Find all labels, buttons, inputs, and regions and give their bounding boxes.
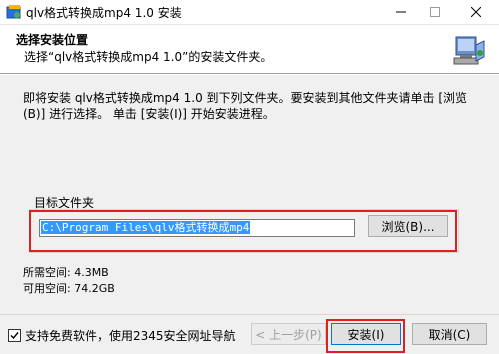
support-freeware-checkbox[interactable] bbox=[8, 329, 21, 342]
title-bar: qlv格式转换成mp4 1.0 安装 bbox=[0, 0, 499, 25]
close-icon bbox=[471, 7, 481, 17]
installer-app-icon bbox=[6, 5, 21, 19]
page-title: 选择安装位置 bbox=[16, 33, 89, 47]
back-button[interactable]: < 上一步(P) bbox=[251, 323, 326, 345]
install-path-input[interactable]: C:\Program Files\qlv格式转换成mp4 bbox=[39, 219, 355, 237]
minimize-icon bbox=[396, 11, 406, 13]
checkmark-icon bbox=[10, 332, 19, 340]
window-title: qlv格式转换成mp4 1.0 安装 bbox=[26, 6, 182, 20]
footer-divider bbox=[0, 314, 499, 315]
install-path-value: C:\Program Files\qlv格式转换成mp4 bbox=[41, 221, 251, 234]
space-available-text: 可用空间: 74.2GB bbox=[23, 282, 115, 295]
page-header: 选择安装位置 选择“qlv格式转换成mp4 1.0”的安装文件夹。 bbox=[0, 25, 499, 74]
maximize-icon bbox=[430, 7, 440, 17]
header-divider bbox=[0, 74, 499, 75]
installer-computer-icon bbox=[453, 36, 485, 65]
install-button[interactable]: 安装(I) bbox=[331, 323, 401, 345]
browse-button[interactable]: 浏览(B)... bbox=[368, 215, 448, 237]
space-required-text: 所需空间: 4.3MB bbox=[23, 266, 109, 279]
minimize-button[interactable] bbox=[387, 0, 415, 24]
cancel-button[interactable]: 取消(C) bbox=[412, 323, 487, 345]
maximize-button[interactable] bbox=[421, 0, 449, 24]
close-button[interactable] bbox=[462, 0, 490, 24]
support-freeware-label: 支持免费软件，使用2345安全网址导航 bbox=[25, 329, 236, 343]
page-subtitle: 选择“qlv格式转换成mp4 1.0”的安装文件夹。 bbox=[24, 50, 273, 64]
support-freeware-option[interactable]: 支持免费软件，使用2345安全网址导航 bbox=[8, 327, 236, 344]
instructions-text: 即将安装 qlv格式转换成mp4 1.0 到下列文件夹。要安装到其他文件夹请单击… bbox=[23, 91, 468, 121]
